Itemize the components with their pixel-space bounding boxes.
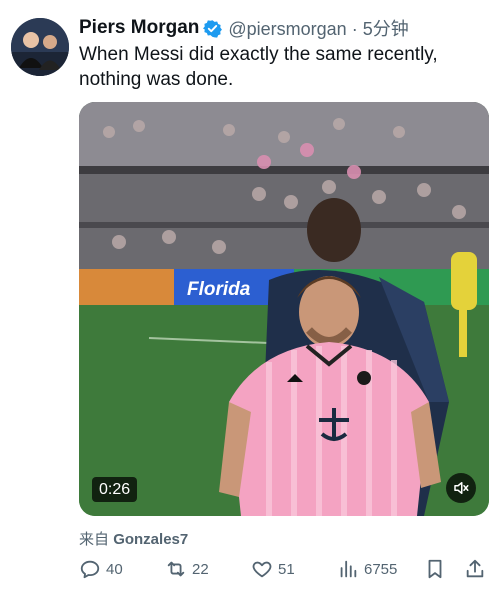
tweet-actions: 40 22 51 6755 [79, 556, 489, 582]
source-attribution: 来自 Gonzales7 [79, 528, 188, 549]
retweet-button[interactable]: 22 [165, 556, 209, 582]
reply-icon [80, 560, 100, 579]
author-handle-time: @piersmorgan · 5分钟 [228, 19, 409, 39]
heart-icon [252, 561, 272, 578]
like-count: 51 [278, 560, 295, 578]
bookmark-icon [428, 559, 442, 579]
video-frame: Florida [79, 102, 489, 516]
avatar-image [11, 18, 69, 76]
source-name[interactable]: Gonzales7 [113, 531, 188, 548]
tweet-header: Piers Morgan @piersmorgan · 5分钟 [79, 16, 409, 40]
author-name[interactable]: Piers Morgan [79, 17, 199, 39]
retweet-count: 22 [192, 560, 209, 578]
volume-mute-icon [454, 482, 469, 494]
author-avatar[interactable] [11, 18, 69, 76]
reply-button[interactable]: 40 [79, 556, 123, 582]
views-chart-icon [340, 560, 357, 578]
views-button[interactable]: 6755 [337, 556, 397, 582]
share-icon [466, 559, 484, 578]
tweet-text: When Messi did exactly the same recently… [79, 44, 438, 90]
mute-button[interactable] [446, 473, 476, 503]
bookmark-button[interactable] [424, 556, 446, 582]
share-button[interactable] [464, 556, 486, 582]
video-duration-badge: 0:26 [92, 477, 138, 502]
retweet-icon [167, 561, 185, 577]
verified-badge-icon [203, 19, 223, 38]
like-button[interactable]: 51 [251, 556, 295, 582]
reply-count: 40 [106, 560, 123, 578]
view-count: 6755 [364, 560, 398, 578]
source-prefix: 来自 [79, 531, 110, 548]
video-player[interactable]: Florida 0:26 [79, 102, 489, 516]
ad-board-text: Florida [187, 279, 251, 300]
